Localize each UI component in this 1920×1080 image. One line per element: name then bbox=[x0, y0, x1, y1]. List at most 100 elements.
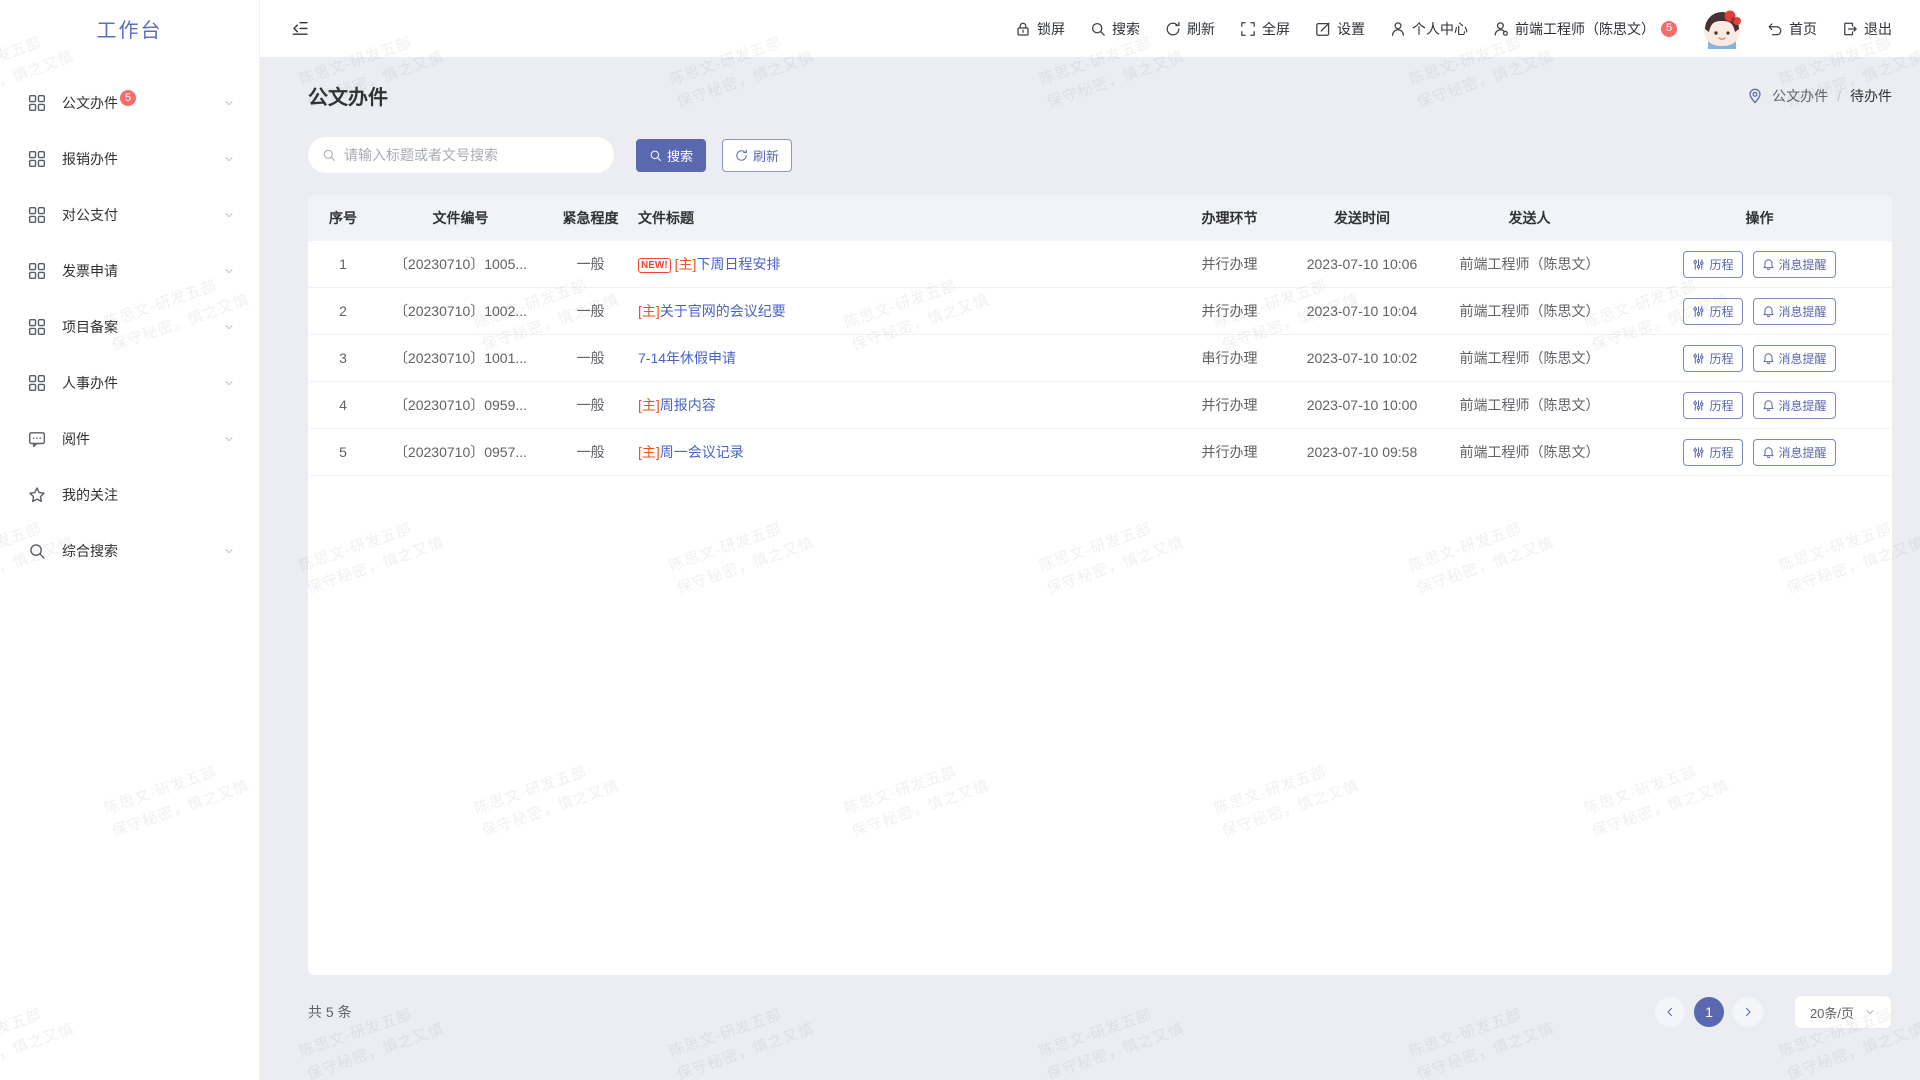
sidebar-item-label: 我的关注 bbox=[62, 485, 118, 505]
header-action-label: 锁屏 bbox=[1037, 19, 1065, 39]
refresh-button[interactable]: 刷新 bbox=[722, 139, 792, 172]
main-content: 公文办件 公文办件 / 待办件 搜索 bbox=[260, 57, 1920, 1080]
notify-button[interactable]: 消息提醒 bbox=[1753, 298, 1836, 325]
user-badge-icon bbox=[1493, 21, 1509, 37]
sliders-icon bbox=[1692, 305, 1705, 318]
sliders-icon bbox=[1692, 352, 1705, 365]
history-button[interactable]: 历程 bbox=[1683, 392, 1742, 419]
count-badge: 5 bbox=[1661, 21, 1677, 37]
star-icon bbox=[27, 485, 47, 505]
header-action-profile[interactable]: 个人中心 bbox=[1390, 19, 1468, 39]
column-header: 操作 bbox=[1627, 208, 1892, 228]
file-number: 〔20230710〕0959... bbox=[378, 395, 543, 415]
urgency-level: 一般 bbox=[543, 301, 638, 321]
sidebar-item-sousuo[interactable]: 综合搜索 bbox=[0, 523, 259, 579]
header-action-logout[interactable]: 退出 bbox=[1842, 19, 1892, 39]
top-header: 锁屏 搜索 刷新 全屏 设置 个人中心 前端工程师（陈思文） 5 bbox=[260, 0, 1920, 57]
doc-title-link[interactable]: 周报内容 bbox=[660, 397, 716, 413]
row-index: 2 bbox=[308, 303, 378, 319]
search-input[interactable] bbox=[344, 147, 600, 163]
header-action-search[interactable]: 搜索 bbox=[1090, 19, 1140, 39]
total-count: 共 5 条 bbox=[308, 1002, 352, 1022]
grid-icon bbox=[27, 205, 47, 225]
urgency-level: 一般 bbox=[543, 348, 638, 368]
header-action-lock[interactable]: 锁屏 bbox=[1015, 19, 1065, 39]
notify-button[interactable]: 消息提醒 bbox=[1753, 345, 1836, 372]
page-size-select[interactable]: 20条/页 bbox=[1794, 995, 1892, 1029]
chevron-down-icon bbox=[1864, 1006, 1876, 1018]
history-button[interactable]: 历程 bbox=[1683, 345, 1742, 372]
header-action-fullscreen[interactable]: 全屏 bbox=[1240, 19, 1290, 39]
doc-title-cell: 7-14年休假申请 bbox=[638, 348, 1167, 368]
header-action-settings[interactable]: 设置 bbox=[1315, 19, 1365, 39]
grid-icon bbox=[27, 373, 47, 393]
process-step: 串行办理 bbox=[1167, 348, 1292, 368]
sidebar-item-guanzhu[interactable]: 我的关注 bbox=[0, 467, 259, 523]
page-size-value: 20条/页 bbox=[1810, 1003, 1854, 1022]
doc-title-link[interactable]: 周一会议记录 bbox=[660, 444, 744, 460]
column-header: 紧急程度 bbox=[543, 208, 638, 228]
grid-icon bbox=[27, 149, 47, 169]
sidebar-item-yuejian[interactable]: 阅件 bbox=[0, 411, 259, 467]
sidebar-item-renshi[interactable]: 人事办件 bbox=[0, 355, 259, 411]
doc-title-link[interactable]: 下周日程安排 bbox=[696, 256, 780, 272]
history-button[interactable]: 历程 bbox=[1683, 439, 1742, 466]
process-step: 并行办理 bbox=[1167, 254, 1292, 274]
header-action-user[interactable]: 前端工程师（陈思文） 5 bbox=[1493, 19, 1677, 39]
bell-icon bbox=[1762, 352, 1775, 365]
sliders-icon bbox=[1692, 258, 1705, 271]
sidebar-item-xiangmu[interactable]: 项目备案 bbox=[0, 299, 259, 355]
avatar[interactable] bbox=[1702, 9, 1742, 49]
row-index: 1 bbox=[308, 256, 378, 272]
urgency-level: 一般 bbox=[543, 254, 638, 274]
header-action-label: 搜索 bbox=[1112, 19, 1140, 39]
header-action-label: 个人中心 bbox=[1412, 19, 1468, 39]
file-number: 〔20230710〕0957... bbox=[378, 442, 543, 462]
notify-button[interactable]: 消息提醒 bbox=[1753, 392, 1836, 419]
current-page-button[interactable]: 1 bbox=[1694, 997, 1724, 1027]
file-number: 〔20230710〕1002... bbox=[378, 301, 543, 321]
chevron-down-icon bbox=[223, 153, 235, 165]
header-action-label: 前端工程师（陈思文） bbox=[1515, 19, 1655, 39]
process-step: 并行办理 bbox=[1167, 301, 1292, 321]
prev-page-button[interactable] bbox=[1655, 997, 1685, 1027]
urgency-level: 一般 bbox=[543, 395, 638, 415]
chevron-down-icon bbox=[223, 433, 235, 445]
fullscreen-icon bbox=[1240, 21, 1256, 37]
sidebar-item-fapiao[interactable]: 发票申请 bbox=[0, 243, 259, 299]
header-action-refresh[interactable]: 刷新 bbox=[1165, 19, 1215, 39]
sidebar-item-duigong[interactable]: 对公支付 bbox=[0, 187, 259, 243]
send-time: 2023-07-10 10:04 bbox=[1292, 303, 1432, 319]
sidebar-item-baoxiao[interactable]: 报销办件 bbox=[0, 131, 259, 187]
history-button[interactable]: 历程 bbox=[1683, 251, 1742, 278]
sender: 前端工程师（陈思文） bbox=[1432, 348, 1627, 368]
file-number: 〔20230710〕1001... bbox=[378, 348, 543, 368]
history-button[interactable]: 历程 bbox=[1683, 298, 1742, 325]
chevron-down-icon bbox=[223, 377, 235, 389]
table-row: 5〔20230710〕0957...一般[主]周一会议记录并行办理2023-07… bbox=[308, 429, 1892, 476]
search-toolbar: 搜索 刷新 bbox=[308, 137, 1892, 173]
sender: 前端工程师（陈思文） bbox=[1432, 254, 1627, 274]
table-header-row: 序号文件编号紧急程度文件标题办理环节发送时间发送人操作 bbox=[308, 195, 1892, 241]
grid-icon bbox=[27, 93, 47, 113]
breadcrumb-item[interactable]: 公文办件 bbox=[1772, 86, 1828, 106]
sidebar-item-label: 报销办件 bbox=[62, 149, 118, 169]
send-time: 2023-07-10 10:02 bbox=[1292, 350, 1432, 366]
doc-title-link[interactable]: 关于官网的会议纪要 bbox=[660, 303, 786, 319]
file-number: 〔20230710〕1005... bbox=[378, 254, 543, 274]
notify-button[interactable]: 消息提醒 bbox=[1753, 439, 1836, 466]
sidebar-collapse-button[interactable] bbox=[290, 20, 308, 38]
doc-title-cell: [主]周一会议记录 bbox=[638, 442, 1167, 462]
notify-button[interactable]: 消息提醒 bbox=[1753, 251, 1836, 278]
sliders-icon bbox=[1692, 446, 1705, 459]
sidebar: 工作台 公文办件5报销办件对公支付发票申请项目备案人事办件阅件我的关注综合搜索 bbox=[0, 0, 260, 1080]
doc-title-link[interactable]: 7-14年休假申请 bbox=[638, 350, 736, 366]
header-action-home[interactable]: 首页 bbox=[1767, 19, 1817, 39]
next-page-button[interactable] bbox=[1733, 997, 1763, 1027]
send-time: 2023-07-10 09:58 bbox=[1292, 444, 1432, 460]
search-button[interactable]: 搜索 bbox=[636, 139, 706, 172]
home-icon bbox=[1767, 21, 1783, 37]
sidebar-item-gongwen[interactable]: 公文办件5 bbox=[0, 75, 259, 131]
main-doc-tag: [主] bbox=[638, 444, 660, 460]
search-icon bbox=[649, 149, 662, 162]
